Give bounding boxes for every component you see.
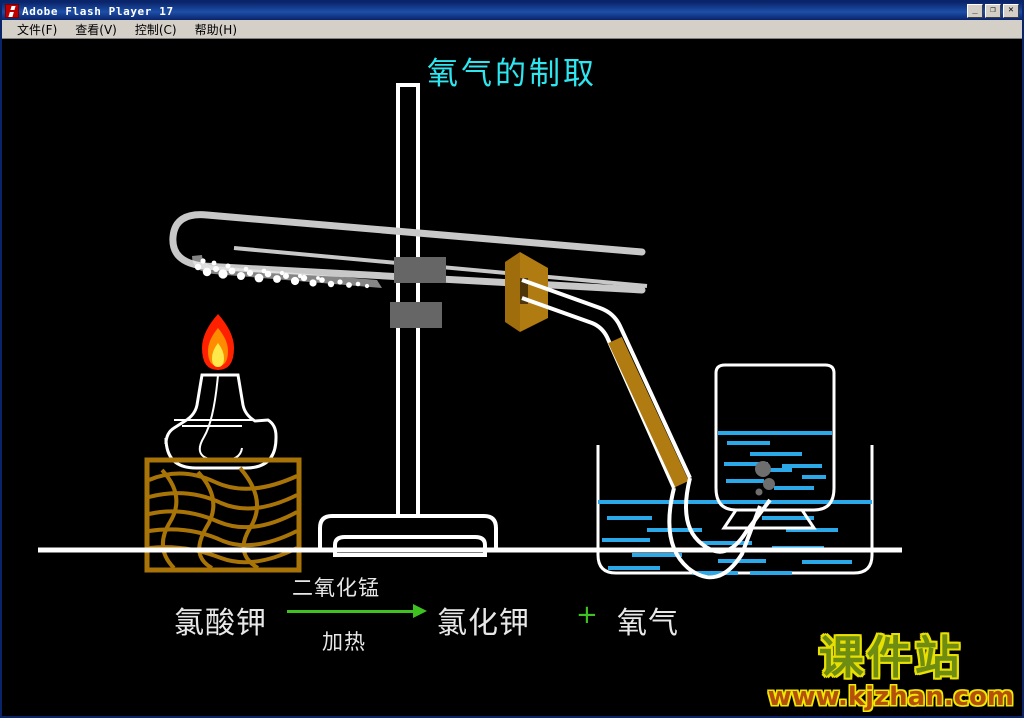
menu-bar: 文件(F) 查看(V) 控制(C) 帮助(H) <box>2 20 1022 39</box>
flash-logo-icon <box>5 4 19 18</box>
equation-plus-sign: + <box>576 600 598 630</box>
clamp-lower <box>390 302 442 328</box>
menu-item-control[interactable]: 控制(C) <box>126 20 186 39</box>
rubber-stopper <box>505 252 548 332</box>
equation-reactant: 氯酸钾 <box>174 606 267 641</box>
clamp-upper <box>394 257 446 283</box>
chemical-equation: 氯酸钾 二氧化锰 加热 氯化钾 + 氧气 <box>152 570 772 660</box>
alcohol-lamp <box>164 373 278 470</box>
page-title: 氧气的制取 <box>427 56 597 92</box>
equation-product-2: 氧气 <box>617 606 679 641</box>
flame <box>202 314 234 370</box>
watermark-brand: 课件站 <box>818 631 963 684</box>
restore-button[interactable]: ❐ <box>985 4 1001 18</box>
close-button[interactable]: ✕ <box>1003 4 1019 18</box>
window-title: Adobe Flash Player 17 <box>22 4 174 18</box>
watermark: 课件站 www.kjzhan.com <box>768 635 1014 710</box>
wooden-block <box>144 457 302 573</box>
window-controls: _ ❐ ✕ <box>967 4 1019 18</box>
title-bar: Adobe Flash Player 17 _ ❐ ✕ <box>2 2 1022 20</box>
equation-arrow-icon <box>287 604 427 618</box>
menu-item-file[interactable]: 文件(F) <box>8 20 66 39</box>
watermark-url: www.kjzhan.com <box>767 682 1014 712</box>
minimize-button[interactable]: _ <box>967 4 983 18</box>
equation-condition: 加热 <box>322 630 366 654</box>
equation-catalyst: 二氧化锰 <box>292 576 380 600</box>
wood-grain <box>148 466 298 570</box>
equation-product-1: 氯化钾 <box>437 606 530 641</box>
gas-bubbles <box>755 461 775 496</box>
bottle-water-lines <box>724 441 826 490</box>
flash-player-window: Adobe Flash Player 17 _ ❐ ✕ 文件(F) 查看(V) … <box>0 0 1024 718</box>
flash-stage[interactable]: 氧气的制取 氯酸钾 二氧化锰 加热 氯化钾 + 氧气 课件站 www.kjzha… <box>2 40 1022 716</box>
menu-item-view[interactable]: 查看(V) <box>66 20 126 39</box>
menu-item-help[interactable]: 帮助(H) <box>186 20 246 39</box>
